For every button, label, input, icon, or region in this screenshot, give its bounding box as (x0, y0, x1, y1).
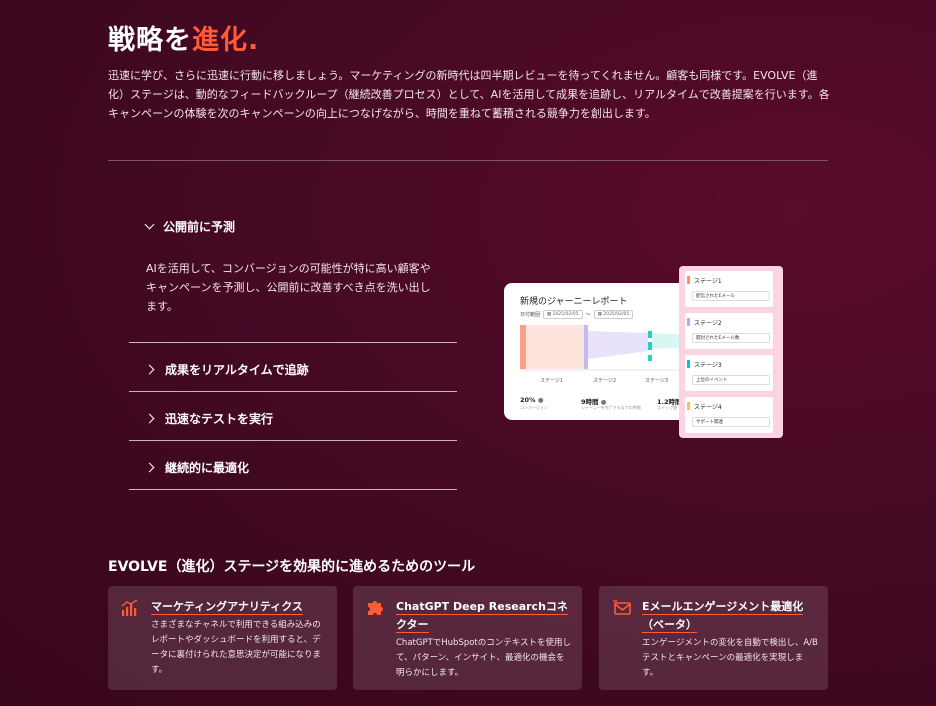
stages-panel: ステージ1 配信されたEメール ステージ2 開封されたEメール数 ステージ3 上… (679, 266, 783, 438)
journey-report-card: 新規のジャーニーレポート 日付範囲 ▦ 2025/02/05 〜 ▦ 2025/… (504, 283, 702, 420)
stage-name: ステージ3 (694, 362, 722, 369)
accordion-divider (129, 489, 457, 490)
stage-label: ステージ3 (645, 378, 669, 384)
stage-value: 開封されたEメール数 (692, 333, 770, 343)
date-from: ▦ 2025/02/05 (543, 310, 583, 319)
puzzle-icon (368, 601, 383, 615)
chevron-right-icon (144, 413, 155, 424)
accordion-divider (129, 440, 457, 441)
accordion-label: 成果をリアルタイムで追跡 (165, 363, 309, 377)
metric-value: 20% ● (520, 396, 544, 404)
stage-card: ステージ3 上位のイベント (685, 355, 773, 391)
page-title: 戦略を進化. (108, 25, 260, 56)
report-title: 新規のジャーニーレポート (520, 297, 628, 307)
stage-color-bar (687, 276, 690, 284)
metric-label: コンバージョン (520, 405, 548, 410)
tool-card-email[interactable]: Eメールエンゲージメント最適化（ベータ） エンゲージメントの変化を自動で検出し、… (599, 586, 828, 690)
bar-chart-icon (121, 599, 138, 616)
stage-value: 上位のイベント (692, 375, 770, 385)
tool-card-title[interactable]: マーケティングアナリティクス (151, 598, 323, 616)
tools-title: EVOLVE（進化）ステージを効果的に進めるためのツール (108, 559, 476, 575)
date-separator: 〜 (585, 312, 591, 318)
tool-card-desc: ChatGPTでHubSpotのコンテキストを使用して、パターン、インサイト、最… (396, 638, 572, 678)
tool-card-chatgpt[interactable]: ChatGPT Deep Researchコネクター ChatGPTでHubSp… (353, 586, 582, 690)
stage-name: ステージ4 (694, 404, 722, 411)
stage-label: ステージ1 (540, 378, 564, 384)
tool-card-desc: エンゲージメントの変化を自動で検出し、A/Bテストとキャンペーンの最適化を実現し… (642, 638, 818, 678)
accordion-item-test[interactable]: 迅速なテストを実行 (144, 410, 274, 427)
stage-value: 配信されたEメール (692, 291, 770, 301)
funnel-chart (520, 325, 690, 371)
stage-color-bar (687, 360, 690, 368)
stage-color-bar (687, 402, 690, 410)
stage-name: ステージ2 (694, 320, 722, 327)
metric-label: ジャーニーを完了するまでの時間 (581, 405, 641, 410)
accordion-item-optimize[interactable]: 継続的に最適化 (144, 459, 250, 476)
date-to: ▦ 2025/02/05 (593, 310, 634, 319)
stage-color-bar (687, 318, 690, 326)
accordion-body: AIを活用して、コンバージョンの可能性が特に高い顧客やキャンペーンを予測し、公開… (146, 262, 431, 313)
tool-card-title[interactable]: Eメールエンゲージメント最適化（ベータ） (642, 598, 814, 634)
tool-card-analytics[interactable]: マーケティングアナリティクス さまざまなチャネルで利用できる組み込みのレポートや… (108, 586, 337, 690)
stage-card: ステージ1 配信されたEメール (685, 271, 773, 307)
stage-value: サポート関連 (692, 417, 770, 427)
stage-card: ステージ2 開封されたEメール数 (685, 313, 773, 349)
date-range-label: 日付範囲 (520, 312, 541, 318)
email-icon (613, 600, 631, 615)
tool-card-desc: さまざまなチャネルで利用できる組み込みのレポートやダッシュボードを利用すると、デ… (151, 620, 322, 675)
accordion-item-predict[interactable]: 公開前に予測 (144, 218, 236, 235)
date-range: 日付範囲 ▦ 2025/02/05 〜 ▦ 2025/02/05 (520, 310, 634, 319)
accordion-label: 公開前に予測 (163, 220, 236, 234)
section-divider (108, 160, 828, 161)
stage-name: ステージ1 (694, 278, 722, 285)
stage-card: ステージ4 サポート関連 (685, 397, 773, 433)
metric-label: ステップ間 (657, 405, 677, 410)
tool-card-title[interactable]: ChatGPT Deep Researchコネクター (396, 598, 568, 634)
accordion-item-track[interactable]: 成果をリアルタイムで追跡 (144, 361, 309, 378)
chevron-right-icon (144, 364, 155, 375)
chevron-right-icon (144, 462, 155, 473)
accordion-divider (129, 391, 457, 392)
accordion-divider (129, 342, 457, 343)
chevron-down-icon (144, 219, 155, 230)
accordion-label: 継続的に最適化 (165, 461, 250, 475)
stage-label: ステージ2 (593, 378, 617, 384)
intro-text: 迅速に学び、さらに迅速に行動に移しましょう。マーケティングの新時代は四半期レビュ… (108, 69, 830, 120)
accordion-label: 迅速なテストを実行 (165, 412, 274, 426)
